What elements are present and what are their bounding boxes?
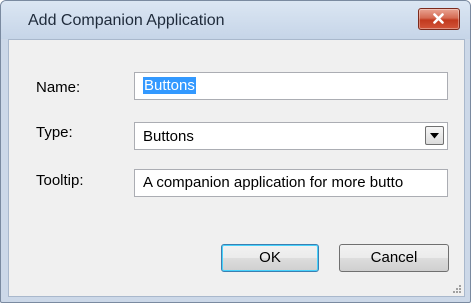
tooltip-label: Tooltip: xyxy=(36,172,84,189)
tooltip-input-value: A companion application for more butto xyxy=(143,174,404,191)
name-input-value: Buttons xyxy=(143,77,196,94)
type-select[interactable]: Buttons xyxy=(134,122,448,150)
dialog-body: Name: Buttons Type: Buttons Tooltip: A c… xyxy=(8,39,465,297)
type-label: Type: xyxy=(36,124,73,141)
ok-button[interactable]: OK xyxy=(221,244,319,272)
type-select-value: Buttons xyxy=(143,128,194,145)
type-dropdown-button[interactable] xyxy=(425,126,444,145)
tooltip-input[interactable]: A companion application for more butto xyxy=(134,169,448,197)
resize-grip-icon[interactable] xyxy=(452,284,462,294)
dialog-title: Add Companion Application xyxy=(28,12,225,29)
cancel-button[interactable]: Cancel xyxy=(339,244,449,272)
name-input[interactable]: Buttons xyxy=(134,72,448,100)
close-button[interactable] xyxy=(418,8,460,30)
title-bar[interactable]: Add Companion Application xyxy=(1,1,470,39)
add-companion-dialog: Add Companion Application Name: Buttons … xyxy=(0,0,471,303)
chevron-down-icon xyxy=(430,133,439,139)
name-label: Name: xyxy=(36,79,81,96)
close-icon xyxy=(433,13,444,24)
